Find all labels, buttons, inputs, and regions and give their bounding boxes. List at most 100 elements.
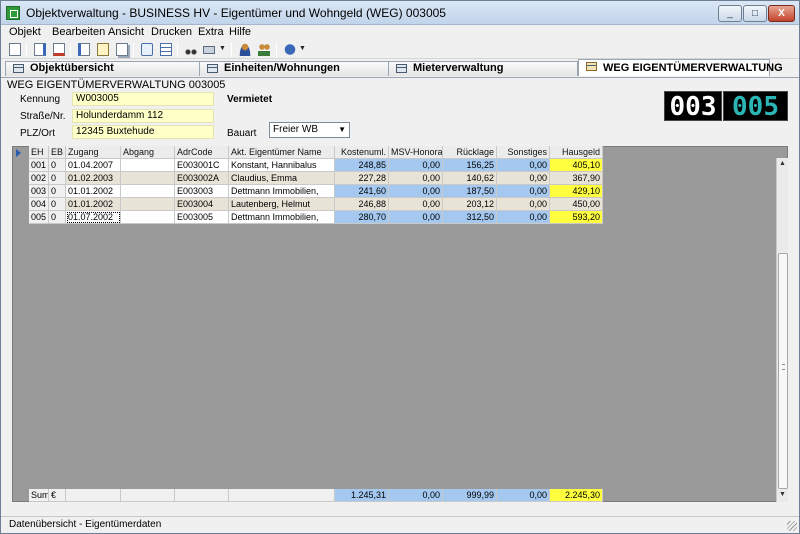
cell-owner-name[interactable]: Dettmann Immobilien, — [229, 211, 335, 224]
cell-kostenuml[interactable]: 248,85 — [335, 159, 389, 172]
scroll-thumb[interactable] — [778, 253, 788, 489]
scroll-up-icon[interactable]: ▲ — [779, 160, 786, 167]
cell-kostenuml[interactable]: 241,60 — [335, 185, 389, 198]
cell-abgang[interactable] — [121, 211, 175, 224]
cell-kostenuml[interactable]: 227,28 — [335, 172, 389, 185]
help-icon[interactable] — [282, 42, 298, 57]
cell-kostenuml[interactable]: 280,70 — [335, 211, 389, 224]
resize-grip-icon[interactable] — [787, 521, 797, 531]
cell-ruecklage[interactable]: 312,50 — [443, 211, 497, 224]
persons-icon[interactable] — [256, 42, 272, 57]
cell-adrcode[interactable]: E003001C — [175, 159, 229, 172]
bauart-select[interactable]: Freier WB ▼ — [269, 122, 350, 138]
cell-hausgeld[interactable]: 593,20 — [550, 211, 603, 224]
cell-eb[interactable]: 0 — [49, 198, 66, 211]
cell-ruecklage[interactable]: 203,12 — [443, 198, 497, 211]
cell-zugang[interactable]: 01.01.2002 — [66, 198, 121, 211]
cell-zugang[interactable]: 01.02.2003 — [66, 172, 121, 185]
cell-owner-name[interactable]: Dettmann Immobilien, — [229, 185, 335, 198]
cell-sonstiges[interactable]: 0,00 — [497, 198, 550, 211]
cell-adrcode[interactable]: E003005 — [175, 211, 229, 224]
strasse-field[interactable]: Holunderdamm 112 — [72, 109, 214, 123]
cell-sonstiges[interactable]: 0,00 — [497, 211, 550, 224]
cell-ruecklage[interactable]: 156,25 — [443, 159, 497, 172]
maximize-button[interactable]: □ — [743, 5, 767, 22]
menu-extra[interactable]: Extra — [198, 26, 224, 38]
tab-einheiten[interactable]: Einheiten/Wohnungen — [199, 61, 389, 76]
tab-objektuebersicht[interactable]: Objektübersicht — [5, 61, 200, 76]
cell-sonstiges[interactable]: 0,00 — [497, 185, 550, 198]
cell-msv-honorar[interactable]: 0,00 — [389, 159, 443, 172]
scroll-down-icon[interactable]: ▼ — [779, 491, 786, 498]
cell-abgang[interactable] — [121, 185, 175, 198]
chevron-down-icon[interactable]: ▼ — [299, 45, 306, 52]
cell-abgang[interactable] — [121, 159, 175, 172]
cell-adrcode[interactable]: E003004 — [175, 198, 229, 211]
cell-eh[interactable]: 003 — [29, 185, 49, 198]
menu-objekt[interactable]: Objekt — [9, 26, 41, 38]
cell-adrcode[interactable]: E003003 — [175, 185, 229, 198]
cell-zugang[interactable]: 01.04.2007 — [66, 159, 121, 172]
cell-eb[interactable]: 0 — [49, 159, 66, 172]
column-header[interactable]: Hausgeld — [550, 146, 603, 159]
person-icon[interactable] — [237, 42, 253, 57]
menu-hilfe[interactable]: Hilfe — [229, 26, 251, 38]
cell-msv-honorar[interactable]: 0,00 — [389, 198, 443, 211]
chevron-down-icon[interactable]: ▼ — [219, 45, 226, 52]
cell-hausgeld[interactable]: 450,00 — [550, 198, 603, 211]
close-button[interactable]: X — [768, 5, 795, 22]
cell-abgang[interactable] — [121, 172, 175, 185]
tab-mieterverwaltung[interactable]: Mieterverwaltung — [388, 61, 578, 76]
column-header[interactable]: EH — [29, 146, 49, 159]
table-icon[interactable] — [158, 42, 174, 57]
cell-owner-name[interactable]: Claudius, Emma — [229, 172, 335, 185]
kennung-field[interactable]: W003005 — [72, 92, 214, 106]
cell-sonstiges[interactable]: 0,00 — [497, 172, 550, 185]
properties-icon[interactable] — [76, 42, 92, 57]
column-header[interactable]: MSV-Honorar — [389, 146, 443, 159]
cell-zugang-focused[interactable]: 01.07.2002 — [66, 211, 121, 224]
menu-bearbeiten[interactable]: Bearbeiten — [52, 26, 105, 38]
copy-icon[interactable] — [114, 42, 130, 57]
cell-sonstiges[interactable]: 0,00 — [497, 159, 550, 172]
cell-msv-honorar[interactable]: 0,00 — [389, 172, 443, 185]
cell-msv-honorar[interactable]: 0,00 — [389, 211, 443, 224]
minimize-button[interactable]: _ — [718, 5, 742, 22]
cell-abgang[interactable] — [121, 198, 175, 211]
cell-eh[interactable]: 004 — [29, 198, 49, 211]
comment-icon[interactable] — [139, 42, 155, 57]
cell-eh[interactable]: 002 — [29, 172, 49, 185]
cell-kostenuml[interactable]: 246,88 — [335, 198, 389, 211]
delete-document-icon[interactable] — [51, 42, 67, 57]
cell-eb[interactable]: 0 — [49, 211, 66, 224]
print-icon[interactable] — [201, 42, 217, 57]
cell-eb[interactable]: 0 — [49, 185, 66, 198]
column-header[interactable]: Zugang — [66, 146, 121, 159]
cell-eh[interactable]: 001 — [29, 159, 49, 172]
cell-zugang[interactable]: 01.01.2002 — [66, 185, 121, 198]
vertical-scrollbar[interactable]: ▲ ▼ — [776, 158, 788, 502]
binoculars-icon[interactable] — [183, 42, 199, 57]
title-bar[interactable]: Objektverwaltung - BUSINESS HV - Eigentü… — [1, 1, 799, 25]
column-header[interactable]: Rücklage — [443, 146, 497, 159]
cell-hausgeld[interactable]: 405,10 — [550, 159, 603, 172]
column-header[interactable]: EB — [49, 146, 66, 159]
cell-adrcode[interactable]: E003002A — [175, 172, 229, 185]
cell-hausgeld[interactable]: 367,90 — [550, 172, 603, 185]
cell-eh[interactable]: 005 — [29, 211, 49, 224]
edit-document-icon[interactable] — [32, 42, 48, 57]
new-document-icon[interactable] — [7, 42, 23, 57]
plz-ort-field[interactable]: 12345 Buxtehude — [72, 125, 214, 139]
cell-msv-honorar[interactable]: 0,00 — [389, 185, 443, 198]
cell-eb[interactable]: 0 — [49, 172, 66, 185]
column-header[interactable]: Sonstiges — [497, 146, 550, 159]
app-icon[interactable] — [6, 6, 20, 20]
menu-drucken[interactable]: Drucken — [151, 26, 192, 38]
cell-hausgeld[interactable]: 429,10 — [550, 185, 603, 198]
notes-icon[interactable] — [95, 42, 111, 57]
menu-ansicht[interactable]: Ansicht — [108, 26, 144, 38]
cell-owner-name[interactable]: Lautenberg, Helmut — [229, 198, 335, 211]
cell-ruecklage[interactable]: 140,62 — [443, 172, 497, 185]
cell-ruecklage[interactable]: 187,50 — [443, 185, 497, 198]
column-header[interactable]: Kostenuml. — [335, 146, 389, 159]
